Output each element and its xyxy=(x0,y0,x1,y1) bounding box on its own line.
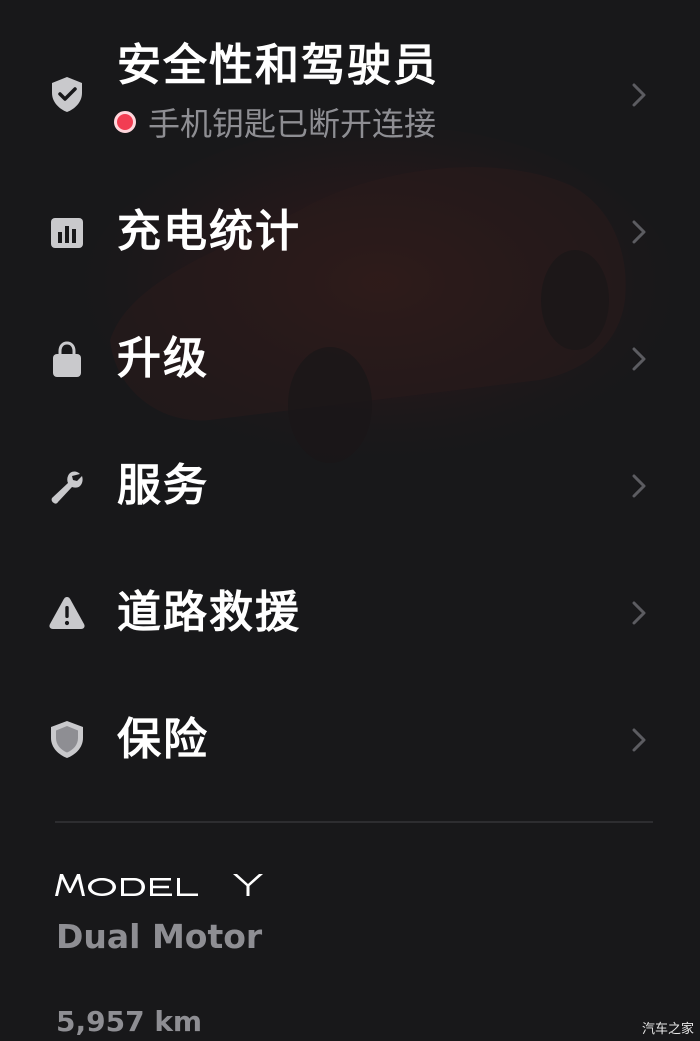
menu-item-label: 安全性和驾驶员 xyxy=(117,40,439,91)
menu-item-charging-stats[interactable]: 充电统计 xyxy=(0,178,700,288)
vehicle-variant: Dual Motor xyxy=(56,917,263,956)
shield-icon xyxy=(47,719,87,759)
vehicle-menu-screen: 安全性和驾驶员 手机钥匙已断开连接 充电统计 升级 服务 道路救援 保险 Dua… xyxy=(0,0,700,1041)
shield-check-icon xyxy=(47,74,87,114)
menu-item-label: 保险 xyxy=(117,714,209,765)
chevron-right-icon xyxy=(628,217,650,247)
warning-triangle-icon xyxy=(47,593,87,633)
wrench-icon xyxy=(47,467,87,507)
menu-item-roadside-assistance[interactable]: 道路救援 xyxy=(0,558,700,668)
bar-chart-icon xyxy=(47,213,87,253)
phone-key-status: 手机钥匙已断开连接 xyxy=(114,104,436,144)
menu-item-safety-drivers[interactable]: 安全性和驾驶员 手机钥匙已断开连接 xyxy=(0,20,700,160)
phone-key-status-text: 手机钥匙已断开连接 xyxy=(148,105,437,143)
menu-item-service[interactable]: 服务 xyxy=(0,431,700,541)
model-y-logo xyxy=(55,874,263,896)
shopping-bag-icon xyxy=(47,340,87,380)
menu-item-label: 充电统计 xyxy=(117,206,301,257)
menu-item-upgrades[interactable]: 升级 xyxy=(0,304,700,414)
menu-item-label: 道路救援 xyxy=(117,587,301,638)
chevron-right-icon xyxy=(628,725,650,755)
chevron-right-icon xyxy=(628,598,650,628)
status-indicator-dot xyxy=(114,111,136,133)
odometer-reading: 5,957 km xyxy=(56,1005,203,1038)
menu-item-label: 升级 xyxy=(117,333,209,384)
chevron-right-icon xyxy=(628,344,650,374)
section-divider xyxy=(55,821,653,823)
menu-item-insurance[interactable]: 保险 xyxy=(0,685,700,795)
menu-item-label: 服务 xyxy=(117,460,209,511)
watermark-logo: 汽车之家 xyxy=(641,1022,694,1037)
chevron-right-icon xyxy=(628,471,650,501)
chevron-right-icon xyxy=(628,80,650,110)
